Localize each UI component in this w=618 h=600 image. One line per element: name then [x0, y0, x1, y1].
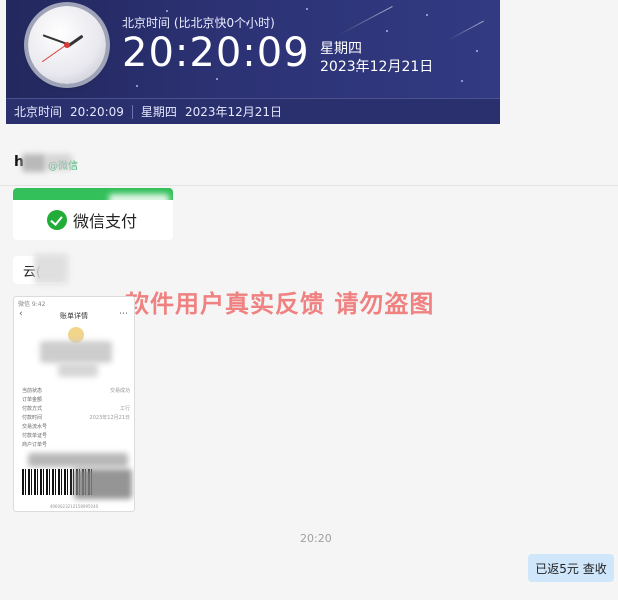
thumb-detail-rows: 当前状态 交易成功 订单金额 付款方式 工行 付款时间 2023年12月21日 交易流…	[22, 387, 130, 450]
thumb-footer-code: 4960023212158995040	[49, 504, 99, 509]
shooting-star	[448, 20, 484, 41]
table-row: 付款单证号	[22, 433, 48, 439]
status-time: 20:20:09	[70, 104, 124, 119]
pay-card-label: 微信支付	[73, 212, 138, 231]
more-icon: ⋯	[119, 309, 128, 319]
weekday-label: 星期四	[320, 41, 362, 57]
table-row: 商户订单号	[22, 442, 48, 448]
status-weekday: 星期四	[140, 105, 177, 119]
redacted-blur	[40, 341, 112, 363]
table-row: 当前状态 交易成功	[22, 388, 130, 394]
digital-time: 20:20:09	[122, 30, 310, 76]
reply-bubble[interactable]: 已返5元 查收	[528, 554, 614, 582]
redacted-blur	[74, 469, 132, 499]
redacted-blur	[58, 363, 98, 377]
clock-status-bar: 北京时间 20:20:09 星期四 2023年12月21日	[6, 98, 500, 124]
table-row: 订单金额	[22, 397, 43, 403]
date-label: 2023年12月21日	[320, 59, 434, 75]
clock-banner: 北京时间 (比北京快0个小时) 20:20:09 星期四 2023年12月21日…	[6, 0, 500, 124]
redacted-blur	[109, 194, 169, 206]
status-date: 2023年12月21日	[184, 105, 283, 119]
table-row: 付款时间 2023年12月21日	[22, 415, 130, 421]
receipt-screenshot-thumbnail[interactable]: 微信 9:42 ‹ ⋯ 账单详情 当前状态 交易成功 订单金额 付款方式 工行 付款…	[13, 296, 135, 512]
chat-header: h @微信	[0, 124, 618, 186]
wechat-pay-icon	[47, 210, 67, 230]
message-timestamp: 20:20	[300, 532, 332, 545]
redacted-name-blur	[22, 154, 46, 172]
status-zone: 北京时间	[14, 105, 63, 119]
shooting-star	[339, 5, 393, 36]
thumb-status-bar: 微信 9:42	[18, 301, 46, 308]
redacted-blur	[28, 453, 128, 467]
watermark-text: 软件用户真实反馈 请勿盗图	[125, 290, 435, 318]
back-arrow-icon: ‹	[19, 309, 23, 319]
wechat-pay-card[interactable]: 微信支付	[13, 188, 173, 240]
redacted-blur	[34, 254, 68, 284]
table-row: 交易流水号	[22, 424, 48, 430]
analog-clock-icon	[28, 6, 106, 84]
table-row: 付款方式 工行	[22, 406, 130, 412]
thumb-title: 账单详情	[60, 312, 88, 320]
redacted-blur	[46, 154, 72, 170]
timezone-label: 北京时间 (比北京快0个小时)	[122, 16, 275, 30]
reply-text: 已返5元 查收	[535, 561, 607, 576]
divider	[131, 104, 133, 119]
